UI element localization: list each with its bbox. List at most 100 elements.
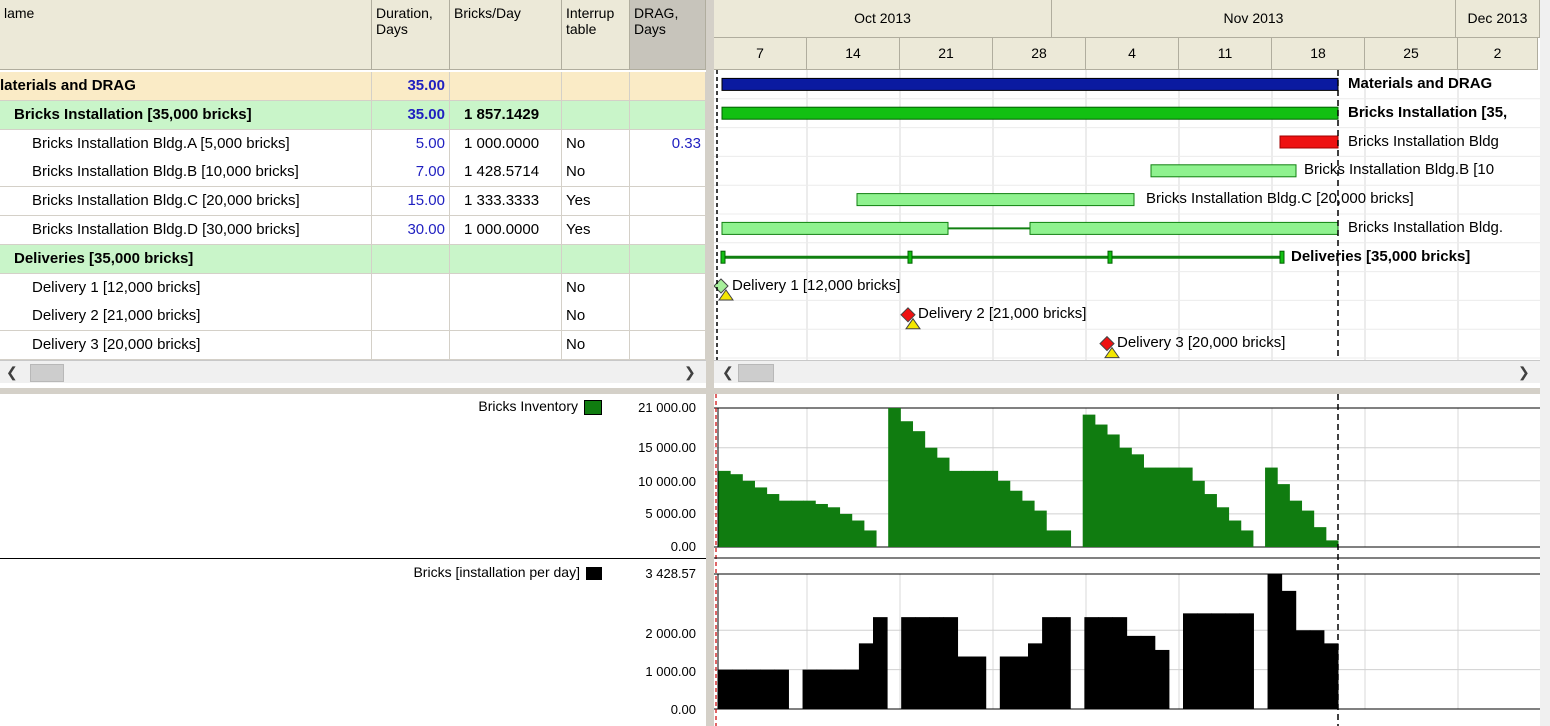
installation-tick-label: 0.00 — [670, 702, 696, 717]
cell-interruptable[interactable] — [562, 72, 630, 100]
cell-name[interactable]: Bricks Installation Bldg.D [30,000 brick… — [0, 216, 372, 244]
scroll-left-arrow-icon[interactable]: ❮ — [6, 361, 18, 383]
table-row[interactable]: Bricks Installation Bldg.A [5,000 bricks… — [0, 129, 706, 159]
table-row[interactable]: Bricks Installation Bldg.B [10,000 brick… — [0, 158, 706, 188]
day-header: 18 — [1272, 38, 1365, 70]
inventory-bar — [827, 507, 841, 547]
gantt-delivery-tick — [1279, 250, 1285, 264]
cell-drag[interactable] — [630, 100, 706, 129]
table-row[interactable]: Delivery 1 [12,000 bricks] No — [0, 273, 706, 303]
cell-drag[interactable] — [630, 273, 706, 302]
column-header-name[interactable]: lame — [0, 0, 372, 70]
table-horizontal-scrollbar[interactable]: ❮ ❯ — [0, 360, 706, 383]
cell-name[interactable]: Bricks Installation Bldg.A [5,000 bricks… — [0, 129, 372, 158]
scroll-right-arrow-icon[interactable]: ❯ — [684, 361, 696, 383]
cell-bricks-day[interactable]: 1 428.5714 — [450, 158, 562, 187]
cell-bricks-day[interactable]: 1 000.0000 — [450, 129, 562, 158]
inventory-bar — [815, 503, 828, 547]
cell-duration[interactable]: 30.00 — [372, 216, 450, 244]
cell-bricks-day[interactable]: 1 333.3333 — [450, 187, 562, 216]
cell-drag[interactable] — [630, 187, 706, 216]
cell-duration[interactable] — [372, 244, 450, 273]
cell-interruptable[interactable]: No — [562, 158, 630, 187]
table-row[interactable]: Deliveries [35,000 bricks] — [0, 244, 706, 274]
installation-legend-label: Bricks [installation per day] — [413, 564, 580, 580]
scrollbar-thumb[interactable] — [30, 364, 64, 382]
installation-bar — [844, 669, 860, 709]
cell-drag[interactable] — [630, 244, 706, 273]
inventory-bar — [1192, 480, 1205, 547]
cell-duration[interactable]: 15.00 — [372, 187, 450, 216]
cell-name[interactable]: Bricks Installation Bldg.B [10,000 brick… — [0, 158, 372, 187]
cell-interruptable[interactable]: No — [562, 273, 630, 302]
installation-bar — [915, 617, 930, 709]
cell-name[interactable]: Delivery 2 [21,000 bricks] — [0, 302, 372, 331]
inventory-tick-label: 15 000.00 — [638, 440, 696, 455]
cell-drag[interactable] — [630, 331, 706, 360]
inventory-bar — [839, 513, 853, 547]
cell-interruptable[interactable] — [562, 100, 630, 129]
inventory-bar — [1167, 467, 1181, 547]
cell-interruptable[interactable]: No — [562, 302, 630, 331]
cell-drag[interactable] — [630, 216, 706, 244]
month-header-oct: Oct 2013 — [714, 0, 1052, 38]
table-row[interactable]: laterials and DRAG 35.00 — [0, 72, 706, 101]
gantt-task-bar — [1150, 164, 1297, 178]
inventory-bar — [730, 474, 743, 547]
cell-duration[interactable]: 7.00 — [372, 158, 450, 187]
day-header: 7 — [714, 38, 807, 70]
gantt-horizontal-scrollbar[interactable]: ❮ ❯ — [714, 360, 1540, 383]
cell-bricks-day[interactable] — [450, 302, 562, 331]
cell-bricks-day[interactable]: 1 857.1429 — [450, 100, 562, 129]
cell-name[interactable]: Deliveries [35,000 bricks] — [0, 244, 372, 273]
cell-name[interactable]: Bricks Installation [35,000 bricks] — [0, 100, 372, 129]
table-row[interactable]: Bricks Installation Bldg.D [30,000 brick… — [0, 216, 706, 245]
cell-duration[interactable] — [372, 302, 450, 331]
gantt-scrollbar-thumb[interactable] — [738, 364, 774, 382]
table-row[interactable]: Delivery 2 [21,000 bricks] No — [0, 302, 706, 332]
cell-name[interactable]: Delivery 1 [12,000 bricks] — [0, 273, 372, 302]
cell-duration[interactable] — [372, 331, 450, 360]
column-header-interruptable[interactable]: Interrup table — [562, 0, 630, 70]
inventory-bar — [766, 494, 780, 547]
gantt-scroll-left-arrow-icon[interactable]: ❮ — [722, 361, 734, 383]
column-header-bricks-per-day[interactable]: Bricks/Day — [450, 0, 562, 70]
cell-duration[interactable]: 35.00 — [372, 100, 450, 129]
cell-drag[interactable] — [630, 302, 706, 331]
chart-divider — [0, 558, 706, 559]
cell-name[interactable]: Bricks Installation Bldg.C [20,000 brick… — [0, 187, 372, 216]
cell-name[interactable]: Delivery 3 [20,000 bricks] — [0, 331, 372, 360]
installation-bar — [1084, 617, 1099, 709]
cell-bricks-day[interactable] — [450, 244, 562, 273]
cell-drag[interactable] — [630, 72, 706, 100]
cell-interruptable[interactable]: Yes — [562, 216, 630, 244]
inventory-bar — [997, 480, 1011, 547]
cell-interruptable[interactable]: Yes — [562, 187, 630, 216]
table-row[interactable]: Delivery 3 [20,000 bricks] No — [0, 331, 706, 361]
cell-duration[interactable] — [372, 273, 450, 302]
cell-duration[interactable]: 35.00 — [372, 72, 450, 100]
inventory-bar — [1179, 467, 1193, 547]
cell-bricks-day[interactable] — [450, 331, 562, 360]
table-row[interactable]: Bricks Installation [35,000 bricks] 35.00… — [0, 100, 706, 130]
installation-bar — [901, 617, 916, 709]
table-row[interactable]: Bricks Installation Bldg.C [20,000 brick… — [0, 187, 706, 217]
cell-name[interactable]: laterials and DRAG — [0, 72, 372, 100]
cell-interruptable[interactable] — [562, 244, 630, 273]
vertical-splitter[interactable] — [706, 0, 714, 726]
inventory-bar — [1009, 490, 1023, 547]
cell-interruptable[interactable]: No — [562, 129, 630, 158]
column-header-drag[interactable]: DRAG, Days — [630, 0, 706, 70]
cell-duration[interactable]: 5.00 — [372, 129, 450, 158]
cell-bricks-day[interactable] — [450, 72, 562, 100]
cell-bricks-day[interactable] — [450, 273, 562, 302]
cell-bricks-day[interactable]: 1 000.0000 — [450, 216, 562, 244]
column-header-duration[interactable]: Duration, Days — [372, 0, 450, 70]
gantt-bar-label: Bricks Installation Bldg. — [1348, 219, 1504, 236]
cell-interruptable[interactable]: No — [562, 331, 630, 360]
day-header: 14 — [807, 38, 900, 70]
installation-bar — [1323, 643, 1339, 709]
cell-drag[interactable] — [630, 158, 706, 187]
gantt-scroll-right-arrow-icon[interactable]: ❯ — [1518, 361, 1530, 383]
cell-drag[interactable]: 0.33 — [630, 129, 706, 158]
